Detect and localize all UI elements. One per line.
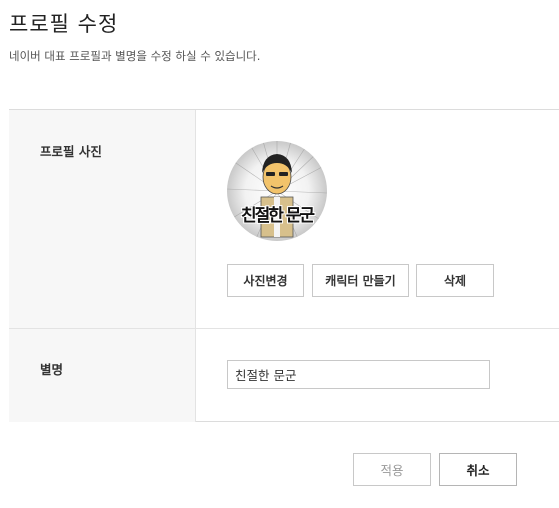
- profile-photo-label: 프로필 사진: [40, 144, 102, 159]
- cancel-button[interactable]: 취소: [439, 453, 517, 486]
- profile-photo-label-cell: 프로필 사진: [9, 110, 196, 328]
- apply-button[interactable]: 적용: [353, 453, 431, 486]
- nickname-label: 별명: [40, 362, 64, 377]
- nickname-row: 별명: [9, 329, 559, 422]
- nickname-input[interactable]: [227, 360, 490, 389]
- avatar-illustration: [227, 141, 327, 241]
- page-title: 프로필 수정: [9, 12, 119, 36]
- profile-photo-row: 프로필 사진 친절한 문군 사진변경 캐릭터 만들기 삭제: [9, 110, 559, 329]
- profile-form: 프로필 사진 친절한 문군 사진변경 캐릭터 만들기 삭제 별명 친절한 문군: [9, 109, 559, 422]
- page-description: 네이버 대표 프로필과 별명을 수정 하실 수 있습니다.: [9, 49, 261, 63]
- nickname-label-cell: 별명: [9, 329, 196, 422]
- avatar: 친절한 문군: [227, 141, 327, 241]
- change-photo-button[interactable]: 사진변경: [227, 264, 304, 297]
- avatar-caption: 친절한 문군: [240, 206, 315, 226]
- delete-photo-button[interactable]: 삭제: [416, 264, 494, 297]
- create-character-button[interactable]: 캐릭터 만들기: [312, 264, 409, 297]
